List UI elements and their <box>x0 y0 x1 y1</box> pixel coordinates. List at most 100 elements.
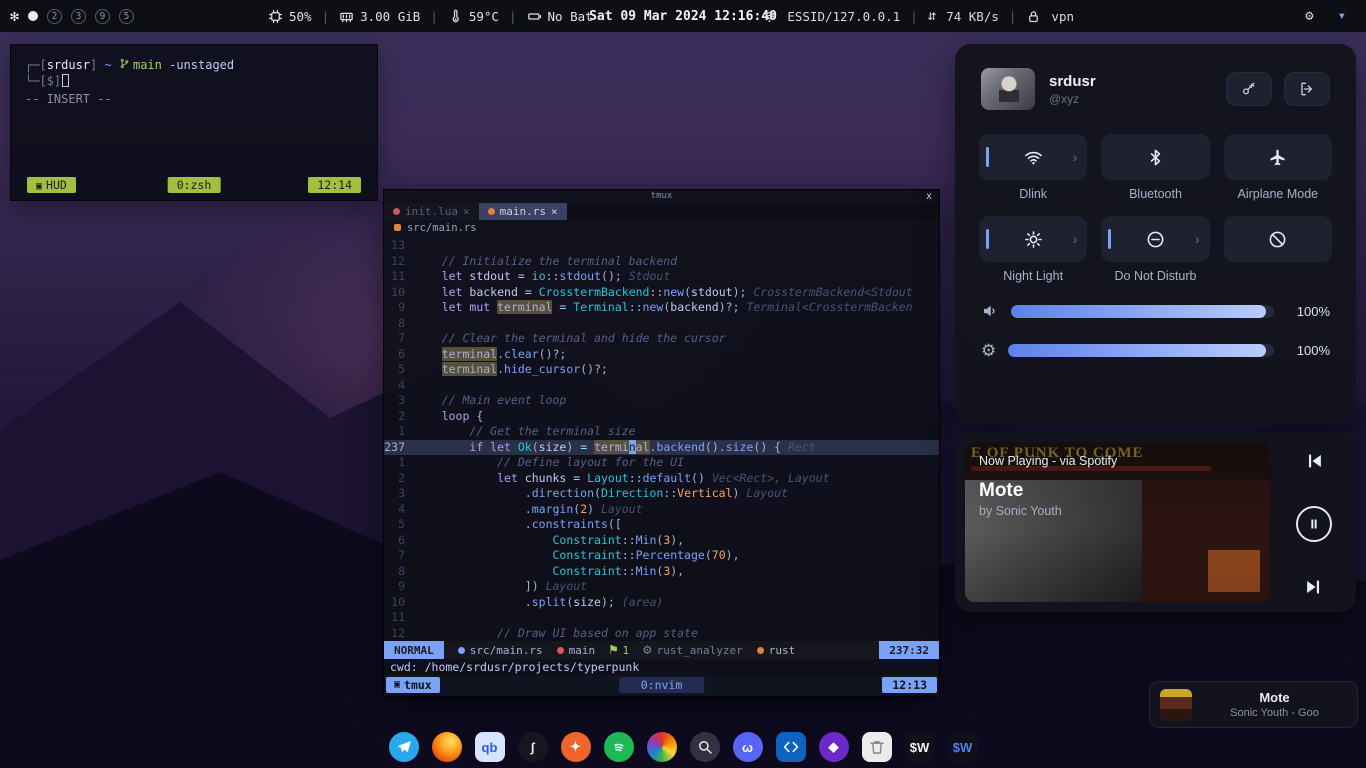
code-line[interactable]: 7 Constraint::Percentage(70), <box>384 548 939 564</box>
terminal-window[interactable]: ┌─[srdusr] ~ main -unstaged └─[$] -- INS… <box>10 44 378 201</box>
dock-qutebrowser[interactable]: qb <box>475 732 505 762</box>
code-line[interactable]: 2 let chunks = Layout::default() Vec<Rec… <box>384 471 939 487</box>
code-line[interactable]: 1 // Get the terminal size <box>384 424 939 440</box>
toggle-bluetooth-button[interactable] <box>1101 134 1209 180</box>
cursor-position: 237:32 <box>879 641 939 659</box>
code-line[interactable]: 9 ]) Layout <box>384 579 939 595</box>
workspace-3[interactable]: 3 <box>71 9 86 24</box>
code-line[interactable]: 10 .split(size); (area) <box>384 595 939 611</box>
code-line[interactable]: 7 // Clear the terminal and hide the cur… <box>384 331 939 347</box>
code-line[interactable]: 8 <box>384 316 939 332</box>
previous-track-button[interactable] <box>1303 450 1325 472</box>
dock-trash[interactable] <box>862 732 892 762</box>
code-token: :: <box>649 285 663 299</box>
code-line[interactable]: 12 // Draw UI based on app state <box>384 626 939 642</box>
launcher-icon[interactable]: ✻ <box>10 7 19 25</box>
code-line[interactable]: 4 <box>384 378 939 394</box>
tmux-session[interactable]: 0:nvim <box>619 677 705 693</box>
hud-badge[interactable]: ▣HUD <box>27 177 76 193</box>
code-line[interactable]: 13 <box>384 238 939 254</box>
line-number: 4 <box>384 502 414 518</box>
dock-spotify[interactable] <box>604 732 634 762</box>
code-line[interactable]: 6 terminal.clear()?; <box>384 347 939 363</box>
chevron-right-icon[interactable]: › <box>1073 149 1078 165</box>
toggle-label: Bluetooth <box>1129 187 1182 202</box>
code-line[interactable]: 4 .margin(2) Layout <box>384 502 939 518</box>
code-token <box>414 300 442 314</box>
keyring-button[interactable] <box>1226 72 1272 106</box>
active-indicator <box>986 147 989 167</box>
toggle-label: Night Light <box>1003 269 1063 284</box>
separator: | <box>322 9 330 24</box>
line-number: 11 <box>384 610 414 626</box>
editor-window[interactable]: tmux x init.lua×main.rs× src/main.rs 131… <box>383 189 940 697</box>
tab-init.lua[interactable]: init.lua× <box>384 203 479 220</box>
code-line[interactable]: 6 Constraint::Min(3), <box>384 533 939 549</box>
code-line[interactable]: 237 if let Ok(size) = terminal.backend()… <box>384 440 939 456</box>
chevron-right-icon[interactable]: › <box>1073 231 1078 247</box>
code-line[interactable]: 8 Constraint::Min(3), <box>384 564 939 580</box>
dock-firefox[interactable] <box>432 732 462 762</box>
code-line[interactable]: 10 let backend = CrosstermBackend::new(s… <box>384 285 939 301</box>
next-track-button[interactable] <box>1303 576 1325 598</box>
stat-ram: 3.00 GiB <box>339 9 420 24</box>
file-type-icon <box>458 647 465 654</box>
tab-close-button[interactable]: × <box>463 205 470 218</box>
code-line[interactable]: 11 let stdout = io::stdout(); Stdout <box>384 269 939 285</box>
zsh-badge[interactable]: 0:zsh <box>168 177 221 193</box>
dock-app-orange[interactable]: ✦ <box>561 732 591 762</box>
tab-close-button[interactable]: × <box>551 205 558 218</box>
code-token: stdout <box>469 269 511 283</box>
cpu-icon <box>268 9 283 24</box>
tab-main.rs[interactable]: main.rs× <box>479 203 567 220</box>
dock-magnifier[interactable] <box>690 732 720 762</box>
window-titlebar[interactable]: tmux x <box>384 190 939 203</box>
workspace-cluster: ✻ 2395 <box>10 7 134 25</box>
tmux-badge[interactable]: ▣tmux <box>386 677 440 693</box>
dock-sw-light[interactable]: $W <box>905 732 935 762</box>
volume-slider[interactable] <box>1011 305 1274 318</box>
dock-gimp[interactable] <box>647 732 677 762</box>
toggle-do-not-disturb-button[interactable]: › <box>1101 216 1209 262</box>
media-notification[interactable]: Mote Sonic Youth - Goo <box>1149 681 1358 728</box>
workspace-4[interactable]: 9 <box>95 9 110 24</box>
code-line[interactable]: 1 // Define layout for the UI <box>384 455 939 471</box>
window-close-button[interactable]: x <box>926 190 932 203</box>
toggle-airplane-mode-button[interactable] <box>1224 134 1332 180</box>
workspace-1[interactable] <box>28 11 38 21</box>
pause-button[interactable] <box>1296 506 1332 542</box>
code-area[interactable]: 1312 // Initialize the terminal backend1… <box>384 235 939 641</box>
tray-gear-button[interactable]: ⚙ <box>1305 9 1313 23</box>
brightness-slider[interactable] <box>1008 344 1274 357</box>
code-line[interactable]: 9 let mut terminal = Terminal::new(backe… <box>384 300 939 316</box>
dock-discord[interactable]: ω <box>733 732 763 762</box>
toggle-blocked-button[interactable] <box>1224 216 1332 262</box>
logout-button[interactable] <box>1284 72 1330 106</box>
code-line[interactable]: 5 terminal.hide_cursor()?; <box>384 362 939 378</box>
dock-app-purple[interactable]: ◆ <box>819 732 849 762</box>
code-line[interactable]: 3 .direction(Direction::Vertical) Layout <box>384 486 939 502</box>
git-branch-icon <box>119 58 130 69</box>
code-token: let <box>442 285 470 299</box>
toggle-cell-bluetooth: Bluetooth <box>1101 134 1209 216</box>
workspace-2[interactable]: 2 <box>47 9 62 24</box>
chevron-right-icon[interactable]: › <box>1195 231 1200 247</box>
toggle-night-light-button[interactable]: › <box>979 216 1087 262</box>
toggle-dlink-button[interactable]: › <box>979 134 1087 180</box>
code-line[interactable]: 11 <box>384 610 939 626</box>
dock-sw-blue[interactable]: $W <box>948 732 978 762</box>
code-line[interactable]: 12 // Initialize the terminal backend <box>384 254 939 270</box>
code-token: ), <box>726 548 740 562</box>
tab-filetype-icon <box>393 208 400 215</box>
dock-vscode[interactable] <box>776 732 806 762</box>
code-token <box>414 424 469 438</box>
dock-app-s[interactable]: ʃ <box>518 732 548 762</box>
code-line[interactable]: 5 .constraints([ <box>384 517 939 533</box>
stat-temp-value: 59°C <box>469 9 499 24</box>
dock-telegram[interactable] <box>389 732 419 762</box>
tray-chevron-down-button[interactable]: ▾ <box>1338 9 1346 23</box>
workspace-5[interactable]: 5 <box>119 9 134 24</box>
code-line[interactable]: 2 loop { <box>384 409 939 425</box>
line-text: .margin(2) Layout <box>414 502 643 518</box>
code-line[interactable]: 3 // Main event loop <box>384 393 939 409</box>
